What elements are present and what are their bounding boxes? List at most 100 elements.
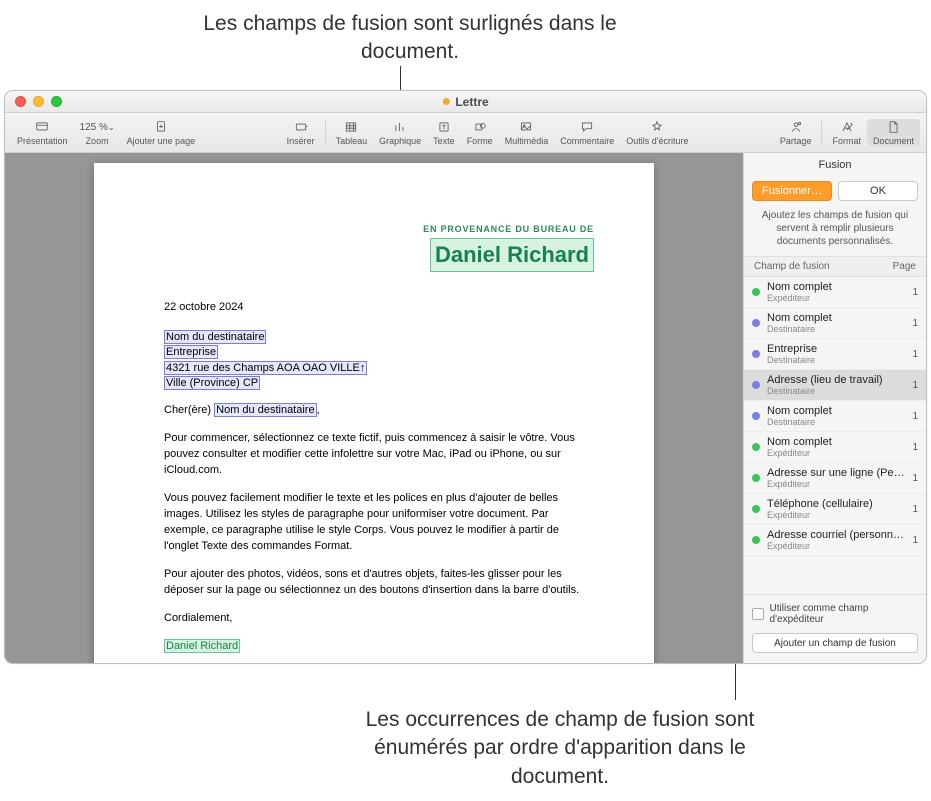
list-item-main: Nom completExpéditeur [767,436,905,458]
presentation-icon [32,119,52,135]
minimize-window-button[interactable] [33,96,44,107]
list-item-page: 1 [912,287,918,298]
toolbar-comment[interactable]: Commentaire [554,119,620,146]
list-item-title: Nom complet [767,405,905,417]
merge-field-list-item[interactable]: Adresse (lieu de travail)Destinataire1 [744,370,926,401]
merge-field-list-item[interactable]: Nom completExpéditeur1 [744,277,926,308]
window-title: Lettre [442,95,488,109]
letterhead-small: EN PROVENANCE DU BUREAU DE [164,223,594,236]
merge-field-address-line1[interactable]: 4321 rue des Champs AOA OAO VILLE↑ [164,361,367,375]
shape-icon [470,119,490,135]
color-dot-icon [752,536,760,544]
chart-icon [390,119,410,135]
merge-field-list-item[interactable]: Nom completDestinataire1 [744,401,926,432]
window-title-text: Lettre [455,95,488,109]
share-icon [786,119,806,135]
list-item-title: Entreprise [767,343,905,355]
list-item-title: Nom complet [767,312,905,324]
inspector-sidebar: Fusion Fusionner… OK Ajoutez les champs … [743,153,926,663]
salutation-prefix: Cher(ère) [164,404,211,416]
toolbar-separator [821,120,822,146]
insert-icon [291,119,311,135]
list-item-subtitle: Destinataire [767,386,905,396]
toolbar-text[interactable]: Texte [427,119,461,146]
list-item-main: EntrepriseDestinataire [767,343,905,365]
list-item-title: Nom complet [767,281,905,293]
toolbar-share[interactable]: Partage [774,119,818,146]
toolbar-separator [325,120,326,146]
list-item-subtitle: Expéditeur [767,448,905,458]
list-item-title: Nom complet [767,436,905,448]
toolbar-table[interactable]: Tableau [330,119,374,146]
merge-field-list-item[interactable]: Nom completDestinataire1 [744,308,926,339]
address-block: Nom du destinataire Entreprise 4321 rue … [164,330,584,392]
merge-field-list-item[interactable]: Téléphone (cellulaire)Expéditeur1 [744,494,926,525]
merge-button[interactable]: Fusionner… [752,181,832,201]
toolbar-add-page[interactable]: Ajouter une page [121,119,202,146]
toolbar-writing-tools[interactable]: Outils d'écriture [620,119,694,146]
close-window-button[interactable] [15,96,26,107]
merge-field-address-line2[interactable]: Ville (Province) CP [164,376,260,390]
toolbar-zoom[interactable]: 125 % ⌄ Zoom [74,119,121,146]
toolbar-format[interactable]: Format [826,119,867,146]
checkbox-icon[interactable] [752,608,764,620]
list-item-page: 1 [912,504,918,515]
toolbar-media[interactable]: Multimédia [499,119,555,146]
col-header-field: Champ de fusion [754,261,830,272]
merge-field-sender-name[interactable]: Daniel Richard [430,238,594,272]
list-item-page: 1 [912,349,918,360]
letterhead: EN PROVENANCE DU BUREAU DE Daniel Richar… [164,223,594,272]
toolbar-chart[interactable]: Graphique [373,119,427,146]
titlebar: Lettre [5,91,926,113]
list-item-subtitle: Destinataire [767,355,905,365]
list-item-subtitle: Expéditeur [767,541,905,551]
sidebar-list-header: Champ de fusion Page [744,256,926,277]
merge-field-salutation-name[interactable]: Nom du destinataire [214,403,316,417]
merge-field-signature[interactable]: Daniel Richard [164,639,240,653]
window-controls [15,96,62,107]
fullscreen-window-button[interactable] [51,96,62,107]
modified-indicator-icon [442,98,449,105]
toolbar: Présentation 125 % ⌄ Zoom Ajouter une pa… [5,113,926,153]
annotation-bottom: Les occurrences de champ de fusion sont … [330,706,790,791]
table-icon [341,119,361,135]
merge-field-list-item[interactable]: EntrepriseDestinataire 1 [744,339,926,370]
merge-field-recipient-name[interactable]: Nom du destinataire [164,330,266,344]
body-paragraph-2: Vous pouvez facilement modifier le texte… [164,491,584,555]
document-canvas[interactable]: EN PROVENANCE DU BUREAU DE Daniel Richar… [5,153,743,663]
toolbar-document[interactable]: Document [867,119,920,146]
signature-block: Daniel Richard [164,639,584,655]
color-dot-icon [752,350,760,358]
merge-field-list-item[interactable]: Adresse courriel (personnelle)Expéditeur… [744,525,926,556]
merge-field-list: Nom completExpéditeur1Nom completDestina… [744,277,926,594]
checkbox-label: Utiliser comme champ d'expéditeur [770,603,918,625]
date-text: 22 octobre 2024 [164,300,584,316]
list-item-page: 1 [912,318,918,329]
list-item-main: Adresse sur une ligne (Perso)Expéditeur [767,467,905,489]
merge-field-company[interactable]: Entreprise [164,345,218,359]
document-page: EN PROVENANCE DU BUREAU DE Daniel Richar… [94,163,654,663]
toolbar-shape[interactable]: Forme [461,119,499,146]
add-merge-field-button[interactable]: Ajouter un champ de fusion [752,633,918,653]
col-header-page: Page [893,261,916,272]
merge-field-list-item[interactable]: Nom completExpéditeur 1 [744,432,926,463]
color-dot-icon [752,474,760,482]
merge-field-list-item[interactable]: Adresse sur une ligne (Perso)Expéditeur 1 [744,463,926,494]
toolbar-presentation[interactable]: Présentation [11,119,74,146]
color-dot-icon [752,319,760,327]
media-icon [516,119,536,135]
list-item-page: 1 [912,473,918,484]
color-dot-icon [752,412,760,420]
list-item-page: 1 [912,442,918,453]
list-item-page: 1 [912,535,918,546]
sidebar-title: Fusion [744,153,926,177]
add-page-icon [151,119,171,135]
use-as-sender-checkbox-row[interactable]: Utiliser comme champ d'expéditeur [752,603,918,625]
toolbar-insert[interactable]: Insérer [281,119,321,146]
list-item-main: Adresse (lieu de travail)Destinataire [767,374,905,396]
sidebar-help-text: Ajoutez les champs de fusion qui servent… [744,209,926,256]
writing-tools-icon [647,119,667,135]
ok-button[interactable]: OK [838,181,918,201]
list-item-title: Adresse courriel (personnelle) [767,529,905,541]
list-item-main: Nom completDestinataire [767,405,905,427]
